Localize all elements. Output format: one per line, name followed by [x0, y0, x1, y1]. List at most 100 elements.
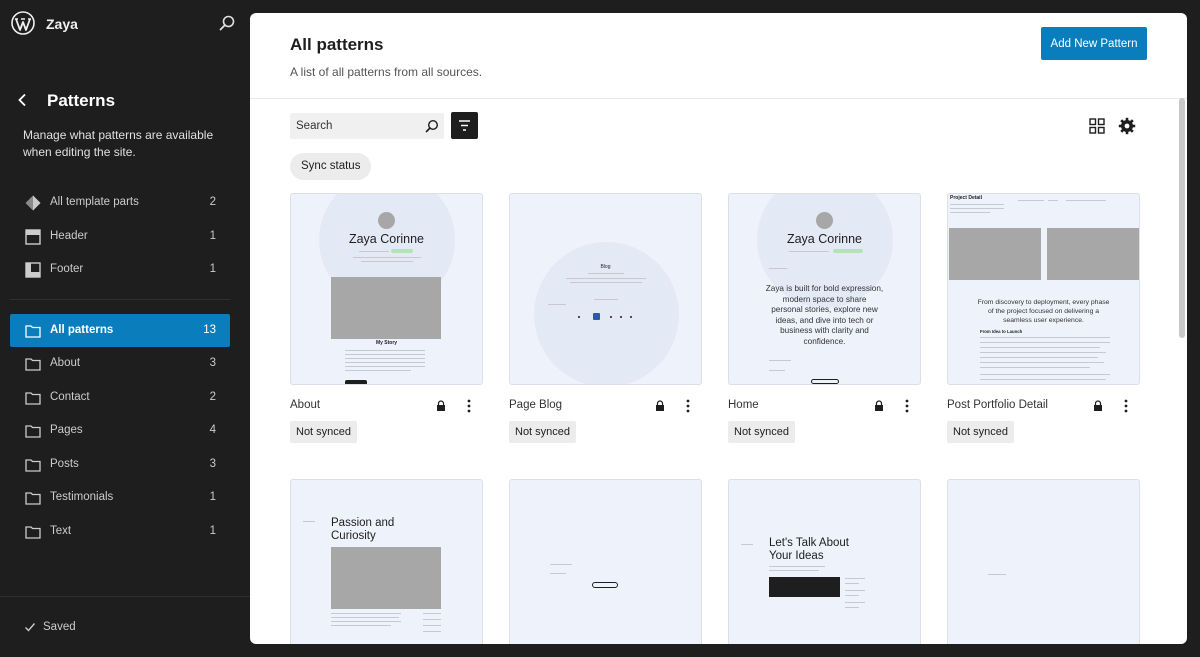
preview-tagline: From discovery to deployment, every phas…	[948, 298, 1139, 325]
pattern-title[interactable]: About	[290, 399, 320, 411]
gear-icon[interactable]	[1118, 117, 1136, 135]
header-icon	[25, 228, 41, 245]
sidebar-item-label: All patterns	[50, 323, 114, 336]
preview-heading-line: Curiosity	[331, 530, 376, 542]
sidebar-item-label: Pages	[50, 424, 83, 436]
preview-heading: Passion and Curiosity	[331, 517, 394, 543]
preview-name: Zaya Corinne	[786, 232, 863, 246]
sidebar-item-label: Testimonials	[50, 491, 114, 503]
sidebar-item-text[interactable]: Text 1	[10, 515, 230, 549]
preview-intro-line: ideas, and dive into tech or	[775, 315, 874, 325]
sync-badge: Not synced	[947, 421, 1015, 443]
sidebar-item-label: Posts	[50, 457, 79, 470]
pattern-preview[interactable]: Blog	[509, 193, 702, 385]
lock-icon	[875, 400, 883, 411]
header-divider	[250, 98, 1187, 99]
sidebar-item-label: All template parts	[50, 196, 139, 208]
search-icon[interactable]	[216, 12, 238, 34]
preview-heading: Let's Talk About Your Ideas	[769, 537, 849, 563]
sidebar-item-testimonials[interactable]: Testimonials 1	[10, 481, 230, 515]
pattern-preview[interactable]: Let's Talk About Your Ideas	[728, 479, 921, 644]
sidebar-item-count: 4	[209, 424, 216, 436]
sync-badge: Not synced	[509, 421, 577, 443]
preview-intro-line: business with clarity and	[780, 326, 869, 335]
lock-icon	[437, 400, 445, 411]
more-options-icon[interactable]	[1119, 398, 1133, 414]
pattern-preview[interactable]: Passion and Curiosity	[290, 479, 483, 644]
sidebar-item-label: About	[50, 357, 81, 369]
search-box	[290, 113, 444, 139]
folder-icon	[25, 324, 41, 338]
sidebar-item-footer[interactable]: Footer 1	[10, 253, 230, 287]
sidebar-item-label: Header	[50, 229, 88, 242]
lock-icon	[1094, 400, 1102, 411]
preview-tagline-line: From discovery to deployment, every phas…	[977, 299, 1110, 306]
sidebar-description: Manage what patterns are available when …	[23, 128, 214, 159]
sidebar-item-posts[interactable]: Posts 3	[10, 448, 230, 482]
sync-badge: Not synced	[728, 421, 796, 443]
sidebar-item-label: Contact	[50, 390, 90, 403]
page-subtitle: A list of all patterns from all sources.	[290, 65, 483, 79]
folder-icon	[25, 458, 41, 472]
preview-heading-line: Passion and	[331, 517, 395, 529]
nav-divider	[10, 298, 230, 300]
preview-heading: Project Detail	[950, 195, 982, 201]
search-input[interactable]	[290, 113, 420, 139]
grid-view-icon[interactable]	[1088, 117, 1106, 135]
save-status: Saved	[43, 621, 76, 633]
search-icon[interactable]	[424, 118, 440, 134]
pattern-preview[interactable]: Zaya Corinne Zaya is built for bold expr…	[728, 193, 921, 385]
sync-status-filter[interactable]: Sync status	[290, 153, 372, 180]
more-options-icon[interactable]	[900, 398, 914, 414]
pattern-title[interactable]: Home	[728, 399, 759, 411]
more-options-icon[interactable]	[462, 398, 476, 414]
pattern-preview[interactable]	[947, 479, 1140, 644]
filter-button[interactable]	[451, 112, 478, 139]
sidebar-item-count: 1	[209, 524, 216, 537]
sidebar-title: Patterns	[47, 91, 116, 110]
preview-heading-line: Let's Talk About	[769, 537, 849, 549]
sidebar-item-count: 3	[209, 457, 216, 470]
preview-heading-line: Your Ideas	[769, 550, 824, 562]
sidebar-item-header[interactable]: Header 1	[10, 220, 230, 254]
preview-heading: My Story	[375, 340, 398, 346]
pattern-preview[interactable]: Project Detail From discovery to deploym…	[947, 193, 1140, 385]
sidebar-item-count: 1	[209, 229, 216, 242]
pattern-preview[interactable]: Zaya Corinne My Story	[290, 193, 483, 385]
sidebar-item-all-patterns[interactable]: All patterns 13	[10, 313, 230, 347]
pattern-title[interactable]: Page Blog	[509, 399, 562, 411]
sidebar-item-label: Footer	[50, 263, 84, 275]
sync-badge: Not synced	[290, 421, 358, 443]
footer-icon	[25, 262, 41, 278]
preview-heading: Blog	[600, 264, 611, 270]
scrollbar[interactable]	[1179, 98, 1185, 338]
pattern-title[interactable]: Post Portfolio Detail	[947, 399, 1048, 411]
preview-tagline-line: of the project focused on delivering a	[987, 308, 1100, 315]
site-name[interactable]: Zaya	[46, 16, 78, 32]
sidebar: Zaya Patterns Manage what patterns are a…	[0, 0, 250, 657]
preview-intro-line: Zaya is built for bold expression,	[765, 284, 884, 293]
preview-section-title: From Idea to Launch	[980, 329, 1023, 334]
preview-name: Zaya Corinne	[348, 232, 425, 246]
sidebar-item-about[interactable]: About 3	[10, 347, 230, 381]
sidebar-item-pages[interactable]: Pages 4	[10, 414, 230, 448]
check-icon	[25, 623, 36, 632]
sidebar-item-count: 2	[209, 390, 216, 403]
template-parts-icon	[25, 195, 41, 211]
sidebar-item-contact[interactable]: Contact 2	[10, 381, 230, 415]
folder-icon	[25, 525, 41, 539]
sidebar-header: Patterns	[14, 88, 234, 114]
sidebar-item-count: 3	[209, 357, 216, 369]
more-options-icon[interactable]	[681, 398, 695, 414]
pattern-preview[interactable]	[509, 479, 702, 644]
wordpress-logo-icon[interactable]	[11, 11, 35, 35]
back-chevron-icon[interactable]	[14, 91, 32, 109]
preview-intro-line: modern space to share	[782, 294, 867, 304]
lock-icon	[656, 400, 664, 411]
add-new-pattern-button[interactable]: Add New Pattern	[1041, 27, 1147, 60]
preview-intro-line: confidence.	[803, 336, 846, 346]
sidebar-footer-divider	[0, 596, 250, 597]
sidebar-item-all-template-parts[interactable]: All template parts 2	[10, 186, 230, 220]
sidebar-item-count: 1	[209, 491, 216, 503]
folder-icon	[25, 358, 41, 371]
